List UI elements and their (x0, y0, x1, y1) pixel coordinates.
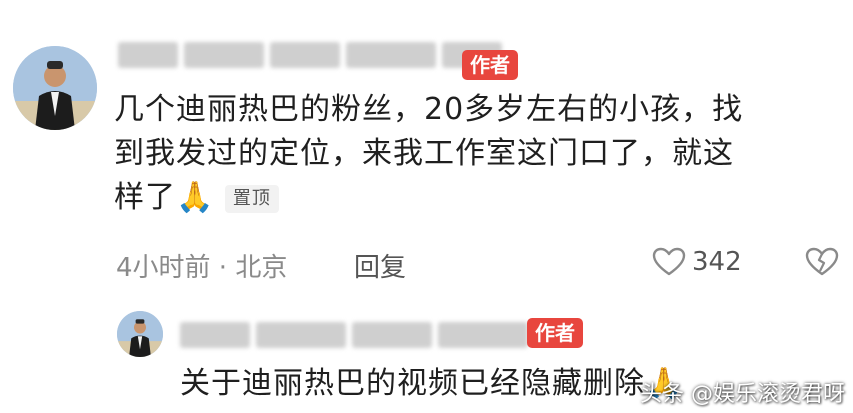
broken-heart-icon (805, 247, 839, 276)
comment-line-3-text: 样了 (114, 180, 176, 215)
reply-button[interactable]: 回复 (354, 247, 406, 284)
reply-avatar-image (117, 311, 163, 357)
heart-outline-icon (652, 247, 686, 276)
username-blurred[interactable] (118, 42, 502, 68)
comment-line-3: 样了🙏 置顶 (114, 176, 834, 220)
avatar[interactable] (13, 46, 97, 130)
like-button[interactable]: 342 (652, 247, 742, 277)
pinned-label: 置顶 (224, 184, 279, 213)
comment-time-location: 4小时前 · 北京 (116, 253, 288, 283)
reply-text: 关于迪丽热巴的视频已经隐藏删除🙏 (180, 362, 683, 406)
author-badge: 作者 (462, 50, 518, 80)
dislike-button[interactable] (805, 247, 839, 281)
praying-hands-emoji: 🙏 (176, 180, 215, 215)
comment-line-1: 几个迪丽热巴的粉丝，20多岁左右的小孩，找 (114, 92, 744, 127)
reply-text-body: 关于迪丽热巴的视频已经隐藏删除 (180, 366, 645, 401)
reply-username-blurred[interactable] (180, 322, 528, 348)
comment-line-2: 到我发过的定位，来我工作室这门口了，就这 (114, 136, 734, 171)
like-count: 342 (692, 247, 742, 277)
watermark: 头条 @娱乐滚烫君呀 (640, 382, 845, 407)
comment-text: 几个迪丽热巴的粉丝，20多岁左右的小孩，找 到我发过的定位，来我工作室这门口了，… (114, 88, 834, 220)
avatar-image (13, 46, 97, 130)
reply-avatar[interactable] (117, 311, 163, 357)
reply-author-badge: 作者 (527, 318, 583, 348)
